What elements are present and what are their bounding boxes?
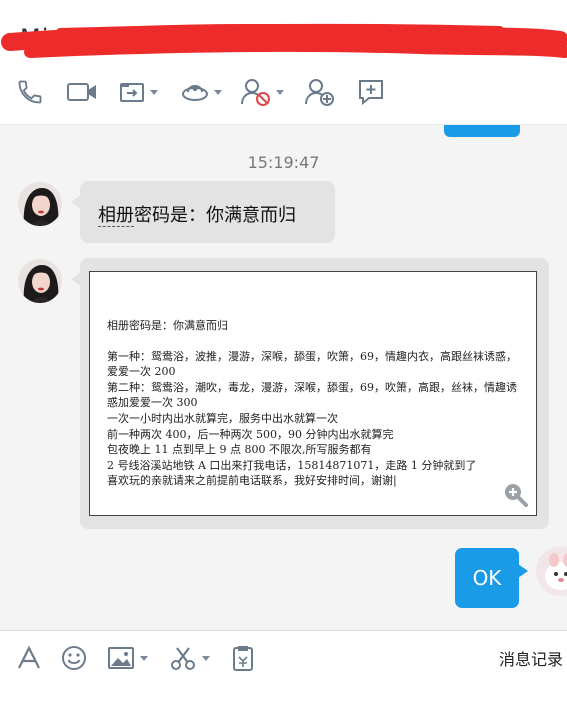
image-button[interactable] xyxy=(106,640,148,676)
previous-message-bubble xyxy=(444,125,520,137)
emoji-button[interactable] xyxy=(60,640,88,676)
avatar-image xyxy=(18,259,62,303)
zoom-in-icon[interactable] xyxy=(502,481,528,507)
underlined-keyword[interactable]: 相册 xyxy=(98,205,134,227)
my-avatar[interactable] xyxy=(536,546,567,596)
message-button[interactable] xyxy=(356,74,386,110)
image-text-line: 第二种：鸳鸯浴，潮吹，毒龙，漫游，深喉，舔蛋，69，吹箫，高跟，丝袜，情趣诱惑加… xyxy=(107,380,517,410)
image-text-line: 喜欢玩的亲就请来之前提前电话联系，我好安排时间，谢谢| xyxy=(107,474,397,488)
chat-area[interactable]: 15:19:47 相册密码是：你满意而归 相册密码是：你满意而归 第一种：鸳鸯浴… xyxy=(0,125,567,630)
avatar-image xyxy=(18,182,62,226)
image-text-line: 第一种：鸳鸯浴，波推，漫游，深喉，舔蛋，吹箫，69，情趣内衣，高跟丝袜诱惑，爱爱… xyxy=(107,349,517,379)
outgoing-message-bubble[interactable]: OK xyxy=(455,548,528,608)
contact-avatar[interactable] xyxy=(18,182,62,226)
message-timestamp: 15:19:47 xyxy=(247,153,320,172)
avatar-image xyxy=(536,546,567,596)
image-text-line: 相册密码是：你满意而归 xyxy=(107,319,228,332)
image-attachment[interactable]: 相册密码是：你满意而归 第一种：鸳鸯浴，波推，漫游，深喉，舔蛋，吹箫，69，情趣… xyxy=(89,271,537,516)
chevron-down-icon xyxy=(140,655,148,661)
bubble-tail xyxy=(71,272,81,286)
message-text[interactable]: 相册密码是：你满意而归 xyxy=(98,201,296,227)
incoming-message-bubble[interactable]: 相册密码是：你满意而归 xyxy=(71,181,335,243)
contact-avatar[interactable] xyxy=(18,259,62,303)
message-icon xyxy=(359,80,383,106)
clipboard-button[interactable] xyxy=(230,640,256,676)
image-text: 相册密码是：你满意而归 第一种：鸳鸯浴，波推，漫游，深喉，舔蛋，吹箫，69，情趣… xyxy=(107,318,517,489)
image-text-line: 一次一小时内出水就算完，服务中出水就算一次 xyxy=(107,411,338,425)
share-screen-icon xyxy=(120,83,144,102)
message-text-rest: 密码是：你满意而归 xyxy=(134,205,296,226)
clipboard-icon xyxy=(233,646,253,671)
apps-button[interactable] xyxy=(180,74,222,110)
title-area: Mi xyxy=(0,0,567,60)
chat-toolbar xyxy=(0,74,567,110)
message-history-link[interactable]: 消息记录 xyxy=(499,640,563,676)
share-screen-button[interactable] xyxy=(118,74,158,110)
scissors-icon xyxy=(171,647,195,670)
image-text-line: 2 号线浴溪站地铁 A 口出来打我电话，15814871071，走路 1 分钟就… xyxy=(107,458,477,472)
message-text: OK xyxy=(472,566,502,590)
input-divider xyxy=(0,630,567,631)
block-user-icon xyxy=(241,79,270,106)
redaction-scribble xyxy=(1,23,567,58)
incoming-image-bubble[interactable]: 相册密码是：你满意而归 第一种：鸳鸯浴，波推，漫游，深喉，舔蛋，吹箫，69，情趣… xyxy=(71,258,549,529)
bubble-tail xyxy=(71,195,81,209)
video-call-icon xyxy=(67,83,96,101)
font-button[interactable] xyxy=(16,640,42,676)
font-icon xyxy=(18,645,40,669)
emoji-icon xyxy=(62,646,86,670)
image-icon xyxy=(108,647,134,669)
image-text-line: 包夜晚上 11 点到早上 9 点 800 不限次,所写服务都有 xyxy=(107,443,372,457)
phone-button[interactable] xyxy=(16,74,44,110)
video-call-button[interactable] xyxy=(66,74,98,110)
input-toolbar xyxy=(0,640,567,676)
screenshot-button[interactable] xyxy=(168,640,210,676)
image-text-line: 前一种两次 400，后一种两次 500，90 分钟内出水就算完 xyxy=(107,427,394,441)
bubble-tail xyxy=(518,564,528,578)
add-user-icon xyxy=(305,79,334,106)
chevron-down-icon xyxy=(202,655,210,661)
image-text-gap xyxy=(107,334,517,349)
phone-icon xyxy=(18,80,42,104)
block-user-button[interactable] xyxy=(240,74,284,110)
app-icon xyxy=(182,85,208,101)
chevron-down-icon xyxy=(214,89,222,95)
chat-header: Mi xyxy=(0,0,567,125)
add-user-button[interactable] xyxy=(304,74,336,110)
chevron-down-icon xyxy=(276,89,284,95)
chevron-down-icon xyxy=(150,89,158,95)
